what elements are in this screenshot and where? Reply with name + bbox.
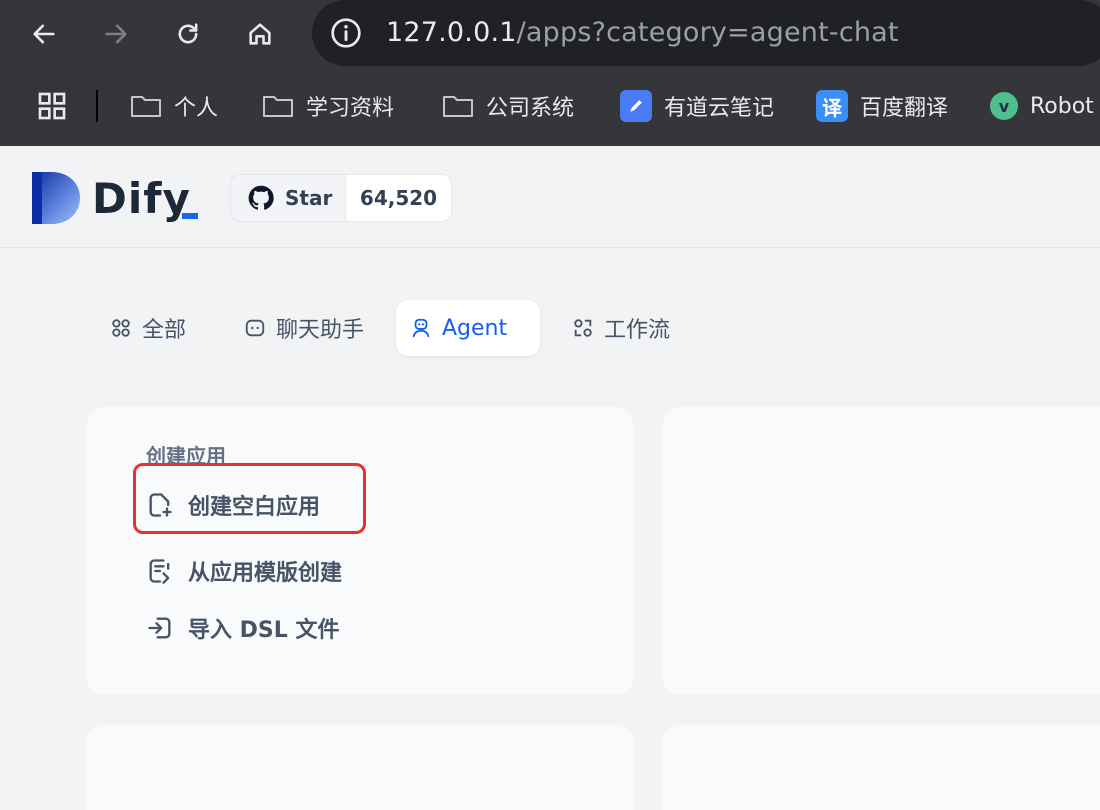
baidu-translate-icon: 译 <box>816 90 848 122</box>
highlight-annotation <box>133 463 366 534</box>
tab-label: 聊天助手 <box>276 318 365 343</box>
tab-chat-assistant[interactable]: 聊天助手 <box>230 300 378 356</box>
back-button[interactable] <box>22 12 66 56</box>
baidu-icon-glyph: 译 <box>822 95 842 120</box>
tab-label: 全部 <box>142 318 187 343</box>
brand-underscore <box>182 213 198 219</box>
create-from-template-button[interactable]: 从应用模版创建 <box>146 551 342 591</box>
bookmark-label: 有道云笔记 <box>664 96 775 121</box>
info-icon[interactable] <box>330 17 362 49</box>
url-text[interactable]: 127.0.0.1/apps?category=agent-chat <box>386 14 899 52</box>
reload-icon <box>178 23 198 44</box>
bookmark-youdao[interactable]: 有道云笔记 <box>620 86 774 126</box>
brand-name: Dify <box>92 174 191 223</box>
folder-icon <box>443 96 473 117</box>
bookmark-label: 学习资料 <box>306 96 395 121</box>
home-icon <box>249 23 271 45</box>
url-path: /apps?category=agent-chat <box>516 17 899 48</box>
bookmark-label: 个人 <box>174 96 219 121</box>
bookmark-robot[interactable]: v Robot <box>990 86 1094 126</box>
bookmark-label: 百度翻译 <box>860 96 949 121</box>
tab-label: 工作流 <box>604 318 671 343</box>
arrow-right-icon <box>105 24 127 44</box>
tab-all[interactable]: 全部 <box>96 300 200 356</box>
create-item-label: 导入 DSL 文件 <box>188 618 340 643</box>
github-star-label: Star <box>285 186 333 210</box>
file-template-icon <box>149 559 170 584</box>
forward-button[interactable] <box>94 12 138 56</box>
tab-label: Agent <box>442 315 508 341</box>
github-icon <box>248 185 274 210</box>
bookmark-baidu-translate[interactable]: 译 百度翻译 <box>816 86 948 126</box>
arrow-left-icon <box>33 24 55 44</box>
grid-icon <box>112 319 130 337</box>
youdao-note-icon <box>620 90 652 122</box>
bookmark-company[interactable]: 公司系统 <box>442 86 574 126</box>
app-card[interactable] <box>86 724 634 810</box>
bookmark-study[interactable]: 学习资料 <box>262 86 394 126</box>
robot-icon <box>412 318 430 338</box>
tab-agent[interactable]: Agent <box>396 300 540 356</box>
app-card[interactable] <box>662 724 1100 810</box>
github-star-button[interactable]: Star <box>231 175 345 221</box>
workflow-icon <box>574 319 592 337</box>
bookmark-label: Robot <box>1030 93 1094 119</box>
file-import-icon <box>148 617 171 639</box>
home-button[interactable] <box>238 12 282 56</box>
app-card[interactable] <box>662 407 1100 695</box>
apps-grid-icon[interactable] <box>36 90 68 122</box>
tab-workflow[interactable]: 工作流 <box>558 300 684 356</box>
bookmarks-divider <box>96 90 98 122</box>
chat-icon <box>245 319 265 337</box>
bookmark-personal[interactable]: 个人 <box>130 86 218 126</box>
robot-icon: v <box>990 92 1018 120</box>
dify-logo-icon[interactable] <box>32 172 80 224</box>
github-star-count: 64,520 <box>345 175 451 221</box>
folder-icon <box>263 96 293 117</box>
bookmark-label: 公司系统 <box>486 96 575 121</box>
folder-icon <box>131 96 161 117</box>
create-item-label: 从应用模版创建 <box>188 561 343 586</box>
reload-button[interactable] <box>166 12 210 56</box>
import-dsl-button[interactable]: 导入 DSL 文件 <box>146 608 339 648</box>
robot-icon-glyph: v <box>998 96 1010 116</box>
url-host: 127.0.0.1 <box>386 17 517 48</box>
github-star-badge[interactable]: Star 64,520 <box>230 174 452 222</box>
